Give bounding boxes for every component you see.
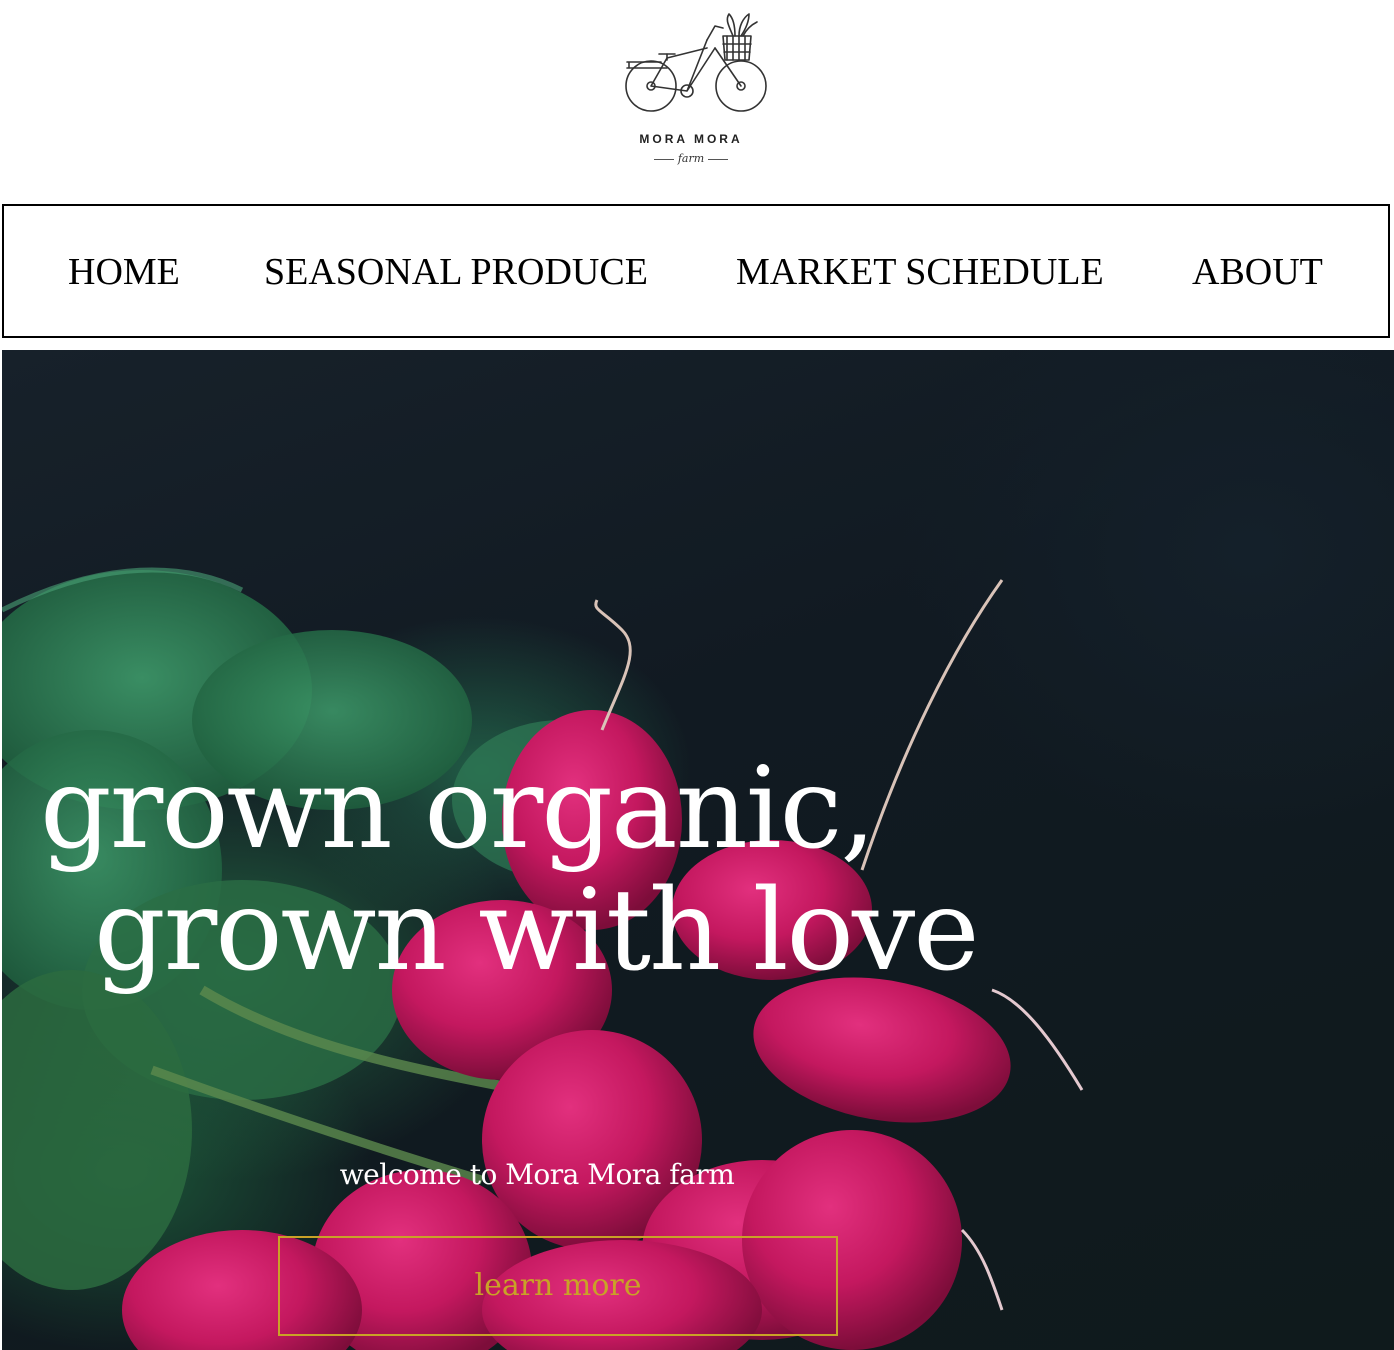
brand-name: MORA MORA (639, 132, 743, 146)
nav-item-market-schedule[interactable]: MARKET SCHEDULE (736, 250, 1104, 294)
hero-headline-line1: grown organic, (40, 744, 876, 874)
hero-welcome-text: welcome to Mora Mora farm (339, 1158, 735, 1191)
main-navigation: HOME SEASONAL PRODUCE MARKET SCHEDULE AB… (2, 204, 1390, 338)
hero-headline: grown organic, grown with love (40, 744, 979, 996)
brand-tagline: farm (615, 152, 767, 165)
hero-headline-line2: grown with love (94, 866, 979, 996)
site-header: MORA MORA farm (0, 0, 1394, 200)
nav-item-seasonal-produce[interactable]: SEASONAL PRODUCE (264, 250, 648, 294)
divider (653, 158, 674, 160)
learn-more-button[interactable]: learn more (278, 1236, 838, 1336)
nav-item-about[interactable]: ABOUT (1192, 250, 1323, 294)
site-logo[interactable]: MORA MORA farm (615, 8, 775, 178)
nav-item-home[interactable]: HOME (68, 250, 180, 294)
divider (708, 158, 729, 160)
bicycle-with-basket-icon (625, 13, 767, 112)
brand-tagline-text: farm (677, 152, 705, 165)
hero-section: grown organic, grown with love welcome t… (2, 350, 1394, 1350)
